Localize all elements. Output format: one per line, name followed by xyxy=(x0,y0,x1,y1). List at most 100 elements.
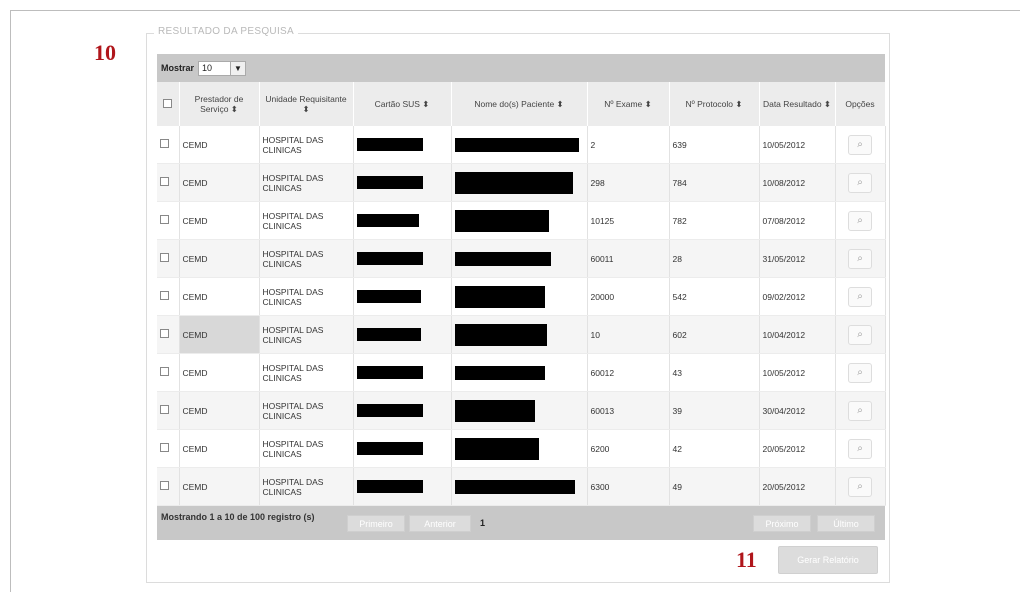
select-all-header[interactable] xyxy=(157,82,180,126)
table-footer: Mostrando 1 a 10 de 100 registro (s) Pri… xyxy=(157,506,885,540)
last-page-button[interactable]: Último xyxy=(817,515,875,532)
first-page-button[interactable]: Primeiro xyxy=(347,515,405,532)
col-header-nome-paciente[interactable]: Nome do(s) Paciente ⬍ xyxy=(451,82,588,126)
col-header-cartao-sus[interactable]: Cartão SUS ⬍ xyxy=(353,82,452,126)
view-details-button[interactable]: ⌕ xyxy=(848,248,872,269)
cell-protocolo: 42 xyxy=(669,429,760,468)
cell-data-resultado: 10/05/2012 xyxy=(759,126,836,164)
table-row[interactable]: CEMD HOSPITAL DAS CLINICAS 2 639 10/05/2012 ⌕ xyxy=(157,126,886,164)
next-page-button[interactable]: Próximo xyxy=(753,515,811,532)
cell-nome-paciente xyxy=(451,239,588,278)
cell-cartao-sus xyxy=(353,126,452,164)
row-checkbox[interactable] xyxy=(160,177,169,186)
row-checkbox[interactable] xyxy=(160,215,169,224)
redaction-bar xyxy=(356,290,421,303)
cell-unidade: HOSPITAL DAS CLINICAS xyxy=(259,429,354,468)
cell-cartao-sus xyxy=(353,239,452,278)
cell-protocolo: 49 xyxy=(669,467,760,506)
select-all-checkbox[interactable] xyxy=(163,98,173,108)
redaction-bar xyxy=(454,209,549,232)
table-row[interactable]: CEMD HOSPITAL DAS CLINICAS 10125 782 07/08/2… xyxy=(157,201,886,240)
redaction-bar xyxy=(454,365,545,380)
row-checkbox[interactable] xyxy=(160,367,169,376)
cell-unidade: HOSPITAL DAS CLINICAS xyxy=(259,467,354,506)
row-checkbox-cell[interactable] xyxy=(157,163,180,202)
row-checkbox-cell[interactable] xyxy=(157,126,180,164)
col-header-prestador[interactable]: Prestador de Serviço ⬍ xyxy=(179,82,260,126)
chevron-down-icon: ▼ xyxy=(230,61,246,75)
row-checkbox[interactable] xyxy=(160,139,169,148)
cell-cartao-sus xyxy=(353,201,452,240)
cell-exame: 298 xyxy=(587,163,670,202)
row-checkbox-cell[interactable] xyxy=(157,467,180,506)
table-row[interactable]: CEMD HOSPITAL DAS CLINICAS 6200 42 20/05/201… xyxy=(157,429,886,468)
redaction-bar xyxy=(454,437,539,460)
row-checkbox[interactable] xyxy=(160,253,169,262)
row-checkbox-cell[interactable] xyxy=(157,429,180,468)
row-checkbox-cell[interactable] xyxy=(157,315,180,354)
cell-prestador: CEMD xyxy=(179,201,260,240)
col-header-protocolo[interactable]: Nº Protocolo ⬍ xyxy=(669,82,760,126)
cell-prestador: CEMD xyxy=(179,239,260,278)
cell-data-resultado: 10/04/2012 xyxy=(759,315,836,354)
table-row[interactable]: CEMD HOSPITAL DAS CLINICAS 10 602 10/04/2012… xyxy=(157,315,886,354)
view-details-button[interactable]: ⌕ xyxy=(848,172,872,193)
view-details-button[interactable]: ⌕ xyxy=(848,286,872,307)
cell-nome-paciente xyxy=(451,467,588,506)
cell-opcoes: ⌕ xyxy=(835,315,886,354)
col-header-exame[interactable]: Nº Exame ⬍ xyxy=(587,82,670,126)
view-details-button[interactable]: ⌕ xyxy=(848,210,872,231)
table-row[interactable]: CEMD HOSPITAL DAS CLINICAS 6300 49 20/05/201… xyxy=(157,467,886,506)
cell-protocolo: 39 xyxy=(669,391,760,430)
view-details-button[interactable]: ⌕ xyxy=(848,476,872,497)
view-details-button[interactable]: ⌕ xyxy=(848,438,872,459)
cell-prestador: CEMD xyxy=(179,353,260,392)
row-checkbox-cell[interactable] xyxy=(157,239,180,278)
table-header-row: Prestador de Serviço ⬍ Unidade Requisita… xyxy=(157,82,886,126)
row-checkbox-cell[interactable] xyxy=(157,277,180,316)
row-checkbox-cell[interactable] xyxy=(157,201,180,240)
show-label: Mostrar xyxy=(161,63,195,73)
table-row[interactable]: CEMD HOSPITAL DAS CLINICAS 60013 39 30/04/20… xyxy=(157,391,886,430)
table-row[interactable]: CEMD HOSPITAL DAS CLINICAS 298 784 10/08/201… xyxy=(157,163,886,202)
table-row[interactable]: CEMD HOSPITAL DAS CLINICAS 60011 28 31/05/20… xyxy=(157,239,886,278)
cell-prestador: CEMD xyxy=(179,429,260,468)
row-checkbox[interactable] xyxy=(160,405,169,414)
view-details-button[interactable]: ⌕ xyxy=(848,362,872,383)
row-checkbox-cell[interactable] xyxy=(157,391,180,430)
cell-exame: 10 xyxy=(587,315,670,354)
table-row[interactable]: CEMD HOSPITAL DAS CLINICAS 60012 43 10/05/20… xyxy=(157,353,886,392)
row-checkbox-cell[interactable] xyxy=(157,353,180,392)
cell-cartao-sus xyxy=(353,391,452,430)
cell-nome-paciente xyxy=(451,163,588,202)
row-checkbox[interactable] xyxy=(160,291,169,300)
cell-nome-paciente xyxy=(451,353,588,392)
view-details-button[interactable]: ⌕ xyxy=(848,134,872,155)
cell-unidade: HOSPITAL DAS CLINICAS xyxy=(259,239,354,278)
cell-opcoes: ⌕ xyxy=(835,239,886,278)
redaction-bar xyxy=(356,366,423,379)
row-checkbox[interactable] xyxy=(160,481,169,490)
redaction-bar xyxy=(454,171,573,194)
cell-data-resultado: 20/05/2012 xyxy=(759,467,836,506)
view-details-button[interactable]: ⌕ xyxy=(848,400,872,421)
redaction-bar xyxy=(454,479,575,494)
results-panel: Mostrar 10 ▼ Prestador de Serviço ⬍ Unid… xyxy=(157,54,886,540)
current-page-number[interactable]: 1 xyxy=(480,518,485,528)
cell-unidade: HOSPITAL DAS CLINICAS xyxy=(259,277,354,316)
prev-page-button[interactable]: Anterior xyxy=(409,515,471,532)
table-row[interactable]: CEMD HOSPITAL DAS CLINICAS 20000 542 09/02/2… xyxy=(157,277,886,316)
generate-report-button[interactable]: Gerar Relatório xyxy=(778,546,878,574)
redaction-bar xyxy=(356,442,423,455)
col-header-unidade[interactable]: Unidade Requisitante ⬍ xyxy=(259,82,354,126)
redaction-bar xyxy=(454,323,547,346)
cell-data-resultado: 10/05/2012 xyxy=(759,353,836,392)
cell-cartao-sus xyxy=(353,429,452,468)
page-size-select[interactable]: 10 ▼ xyxy=(198,60,247,76)
cell-data-resultado: 09/02/2012 xyxy=(759,277,836,316)
row-checkbox[interactable] xyxy=(160,329,169,338)
view-details-button[interactable]: ⌕ xyxy=(848,324,872,345)
col-header-data-resultado[interactable]: Data Resultado ⬍ xyxy=(759,82,836,126)
row-checkbox[interactable] xyxy=(160,443,169,452)
cell-opcoes: ⌕ xyxy=(835,201,886,240)
